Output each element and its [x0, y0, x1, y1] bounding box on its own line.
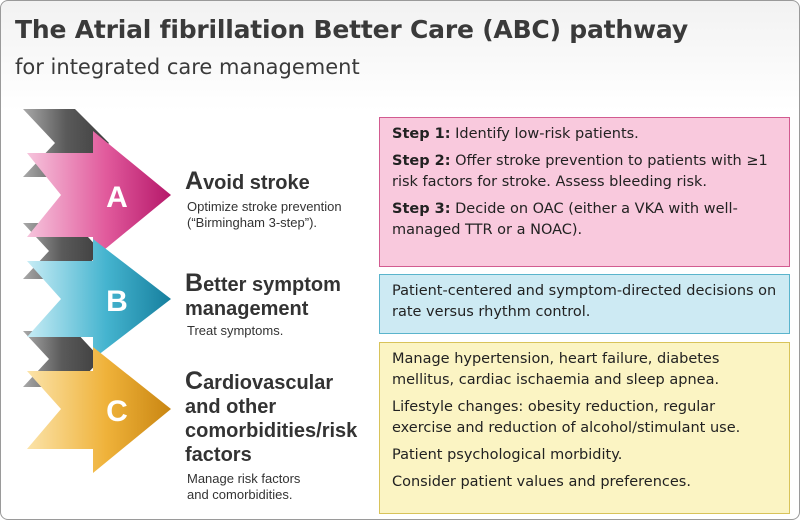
heading-cardiovascular: Cardiovascular and other comorbidities/r…	[185, 369, 357, 467]
box-c-item-4: Consider patient values and preferences.	[392, 474, 691, 490]
subtext-b: Treat symptoms.	[187, 323, 284, 338]
heading-a-initial: A	[185, 167, 204, 195]
box-symptom-management: Patient-centered and symptom-directed de…	[379, 274, 790, 334]
heading-c-line3: comorbidities/risk	[185, 420, 358, 442]
subtext-a: Optimize stroke prevention (“Birmingham …	[187, 199, 342, 231]
heading-better-symptom: Better symptom management	[185, 271, 341, 321]
heading-c-line2: and other	[185, 396, 277, 418]
box-b-text: Patient-centered and symptom-directed de…	[392, 283, 777, 320]
box-c-item-1: Manage hypertension, heart failure, diab…	[392, 351, 720, 388]
box-c-item-2: Lifestyle changes: obesity reduction, re…	[392, 399, 741, 436]
box-a-step2: Step 2: Offer stroke prevention to patie…	[392, 151, 779, 193]
figure-title: The Atrial fibrillation Better Care (ABC…	[15, 15, 688, 44]
box-comorbidities: Manage hypertension, heart failure, diab…	[379, 342, 790, 514]
subtext-c: Manage risk factors and comorbidities.	[187, 471, 300, 503]
heading-a-rest: void stroke	[203, 172, 310, 194]
subtext-a-line1: Optimize stroke prevention	[187, 199, 342, 214]
abc-pathway-figure: The Atrial fibrillation Better Care (ABC…	[0, 0, 800, 520]
letter-a: A	[106, 181, 128, 214]
step1-text: Identify low-risk patients.	[450, 126, 639, 142]
heading-b-initial: B	[185, 269, 204, 297]
subtext-a-line2: (“Birmingham 3-step”).	[187, 215, 318, 230]
heading-b-rest: etter symptom	[203, 274, 341, 296]
box-avoid-stroke-steps: Step 1: Identify low-risk patients. Step…	[379, 117, 790, 267]
letter-c: C	[106, 395, 128, 428]
subtext-c-line2: and comorbidities.	[187, 487, 293, 502]
box-a-step1: Step 1: Identify low-risk patients.	[392, 124, 779, 145]
heading-avoid-stroke: Avoid stroke	[185, 169, 310, 195]
step3-label: Step 3:	[392, 201, 451, 217]
subtext-c-line1: Manage risk factors	[187, 471, 301, 486]
step1-label: Step 1:	[392, 126, 451, 142]
heading-c-line4: factors	[185, 444, 252, 466]
chevron-arrows: A B C	[23, 109, 171, 473]
heading-b-line2: management	[185, 298, 309, 320]
heading-c-initial: C	[185, 367, 204, 395]
box-c-item-3: Patient psychological morbidity.	[392, 447, 623, 463]
step2-label: Step 2:	[392, 153, 451, 169]
figure-subtitle: for integrated care management	[15, 55, 360, 79]
heading-c-rest: ardiovascular	[203, 372, 334, 394]
box-a-step3: Step 3: Decide on OAC (either a VKA with…	[392, 199, 779, 241]
letter-b: B	[106, 285, 128, 318]
